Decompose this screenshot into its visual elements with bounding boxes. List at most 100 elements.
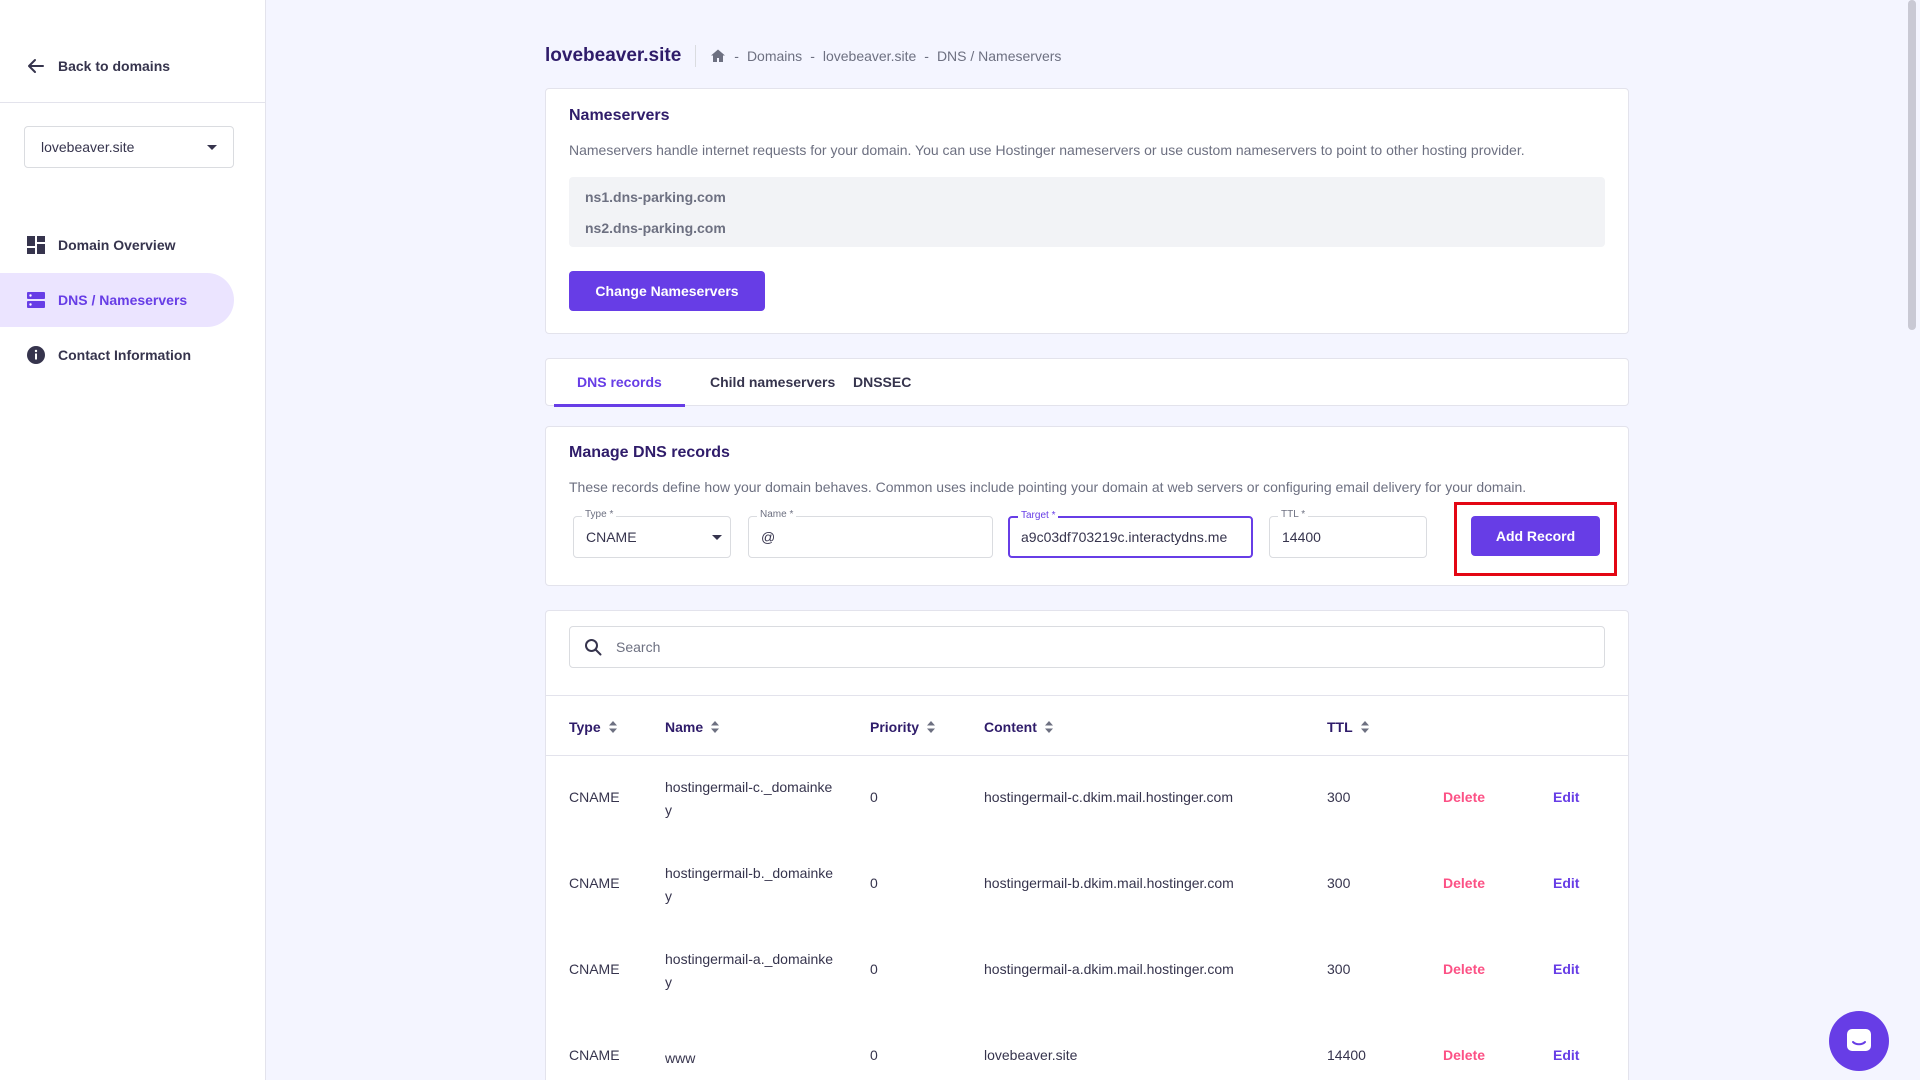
info-icon: [27, 346, 45, 364]
target-value: a9c03df703219c.interactydns.me: [1021, 529, 1228, 545]
nameserver-item: ns2.dns-parking.com: [585, 220, 726, 236]
ttl-field[interactable]: TTL * 14400: [1269, 508, 1427, 558]
edit-button[interactable]: Edit: [1553, 875, 1579, 891]
domain-select[interactable]: lovebeaver.site: [24, 126, 234, 168]
target-field[interactable]: Target * a9c03df703219c.interactydns.me: [1008, 509, 1253, 558]
sort-icon: [1360, 721, 1369, 733]
column-header-ttl[interactable]: TTL: [1327, 719, 1369, 735]
sort-icon: [711, 721, 720, 733]
sort-icon: [608, 721, 617, 733]
cell-type: CNAME: [569, 961, 620, 977]
column-header-content[interactable]: Content: [984, 719, 1053, 735]
breadcrumb-domains[interactable]: Domains: [747, 48, 802, 64]
breadcrumb-current: DNS / Nameservers: [936, 48, 1062, 64]
add-record-button[interactable]: Add Record: [1471, 516, 1600, 556]
cell-name: hostingermail-c._domainkey: [665, 779, 833, 818]
table-row: CNAME www 0 lovebeaver.site 14400 Delete…: [546, 1014, 1628, 1080]
chat-button[interactable]: [1829, 1011, 1889, 1071]
cell-ttl: 14400: [1327, 1047, 1366, 1063]
domain-select-value: lovebeaver.site: [41, 139, 135, 155]
nameservers-description: Nameservers handle internet requests for…: [569, 142, 1525, 158]
nameservers-card: Nameservers Nameservers handle internet …: [545, 88, 1629, 334]
nameservers-title: Nameservers: [569, 107, 670, 124]
cell-content: hostingermail-a.dkim.mail.hostinger.com: [984, 961, 1234, 977]
dns-tabs: DNS records Child nameservers DNSSEC: [545, 358, 1629, 407]
sidebar-item-contact-information[interactable]: Contact Information: [0, 328, 234, 382]
home-icon[interactable]: [710, 48, 726, 64]
delete-button[interactable]: Delete: [1443, 961, 1485, 977]
sidebar-item-dns-nameservers[interactable]: DNS / Nameservers: [0, 273, 234, 327]
cell-type: CNAME: [569, 875, 620, 891]
tab-dns-records[interactable]: DNS records: [554, 359, 685, 407]
breadcrumb-separator: -: [810, 48, 815, 64]
page-scrollbar[interactable]: [1904, 0, 1920, 1080]
ttl-value: 14400: [1282, 529, 1321, 545]
column-header-type[interactable]: Type: [569, 719, 617, 735]
cell-name: hostingermail-a._domainkey: [665, 951, 834, 990]
nameserver-item: ns1.dns-parking.com: [585, 189, 726, 205]
sort-icon: [927, 721, 936, 733]
table-divider: [546, 695, 1628, 696]
cell-ttl: 300: [1327, 875, 1351, 891]
edit-button[interactable]: Edit: [1553, 961, 1579, 977]
cell-ttl: 300: [1327, 789, 1351, 805]
breadcrumb: - Domains - lovebeaver.site - DNS / Name…: [696, 48, 1061, 64]
back-to-domains-label: Back to domains: [58, 58, 171, 74]
sort-icon: [1044, 721, 1053, 733]
manage-dns-description: These records define how your domain beh…: [569, 479, 1527, 495]
sidebar-nav: Domain Overview DNS / Nameservers Contac…: [0, 236, 266, 383]
chevron-down-icon: [207, 144, 217, 150]
search-icon: [585, 639, 602, 656]
change-nameservers-button[interactable]: Change Nameservers: [569, 271, 765, 311]
cell-type: CNAME: [569, 1047, 620, 1063]
cell-name: hostingermail-b._domainkey: [665, 865, 834, 904]
breadcrumb-separator: -: [734, 48, 739, 64]
page-title: lovebeaver.site: [545, 45, 697, 67]
page-header: lovebeaver.site - Domains - lovebeaver.s…: [545, 42, 1061, 70]
manage-dns-card: Manage DNS records These records define …: [545, 426, 1629, 586]
server-icon: [27, 292, 45, 308]
sidebar-item-label: DNS / Nameservers: [58, 292, 188, 308]
dashboard-icon: [27, 236, 45, 254]
cell-type: CNAME: [569, 789, 620, 805]
table-row: CNAME hostingermail-c._domainkey 0 hosti…: [546, 756, 1628, 842]
chevron-down-icon: [712, 535, 722, 540]
nameserver-list: ns1.dns-parking.com ns2.dns-parking.com: [569, 177, 1605, 247]
type-select[interactable]: Type * CNAME: [573, 508, 731, 558]
cell-ttl: 300: [1327, 961, 1351, 977]
sidebar-item-label: Contact Information: [58, 347, 191, 363]
sidebar-item-domain-overview[interactable]: Domain Overview: [0, 218, 234, 272]
cell-name: www: [665, 1050, 696, 1066]
edit-button[interactable]: Edit: [1553, 789, 1579, 805]
type-value: CNAME: [586, 529, 637, 545]
delete-button[interactable]: Delete: [1443, 1047, 1485, 1063]
chat-icon: [1847, 1029, 1871, 1051]
cell-content: hostingermail-b.dkim.mail.hostinger.com: [984, 875, 1234, 891]
manage-dns-title: Manage DNS records: [569, 444, 730, 461]
column-header-priority[interactable]: Priority: [870, 719, 936, 735]
tab-dnssec[interactable]: DNSSEC: [830, 359, 934, 407]
delete-button[interactable]: Delete: [1443, 875, 1485, 891]
back-to-domains-link[interactable]: Back to domains: [26, 56, 170, 76]
delete-button[interactable]: Delete: [1443, 789, 1485, 805]
cell-priority: 0: [870, 1047, 878, 1063]
sidebar: Back to domains lovebeaver.site Domain O…: [0, 0, 266, 1080]
name-field[interactable]: Name * @: [748, 508, 993, 558]
table-row: CNAME hostingermail-b._domainkey 0 hosti…: [546, 842, 1628, 928]
breadcrumb-separator: -: [924, 48, 929, 64]
cell-content: hostingermail-c.dkim.mail.hostinger.com: [984, 789, 1233, 805]
column-header-name[interactable]: Name: [665, 719, 720, 735]
sidebar-item-label: Domain Overview: [58, 237, 176, 253]
dns-records-table-card: Search Type Name Priority Content TTL CN…: [545, 610, 1629, 1080]
search-input[interactable]: Search: [569, 626, 1605, 668]
breadcrumb-domain[interactable]: lovebeaver.site: [823, 48, 916, 64]
table-row: CNAME hostingermail-a._domainkey 0 hosti…: [546, 928, 1628, 1014]
sidebar-divider: [0, 102, 266, 103]
cell-content: lovebeaver.site: [984, 1047, 1078, 1063]
search-placeholder: Search: [616, 639, 661, 655]
arrow-left-icon: [28, 59, 44, 73]
cell-priority: 0: [870, 789, 878, 805]
edit-button[interactable]: Edit: [1553, 1047, 1579, 1063]
cell-priority: 0: [870, 875, 878, 891]
scrollbar-thumb[interactable]: [1908, 0, 1916, 330]
